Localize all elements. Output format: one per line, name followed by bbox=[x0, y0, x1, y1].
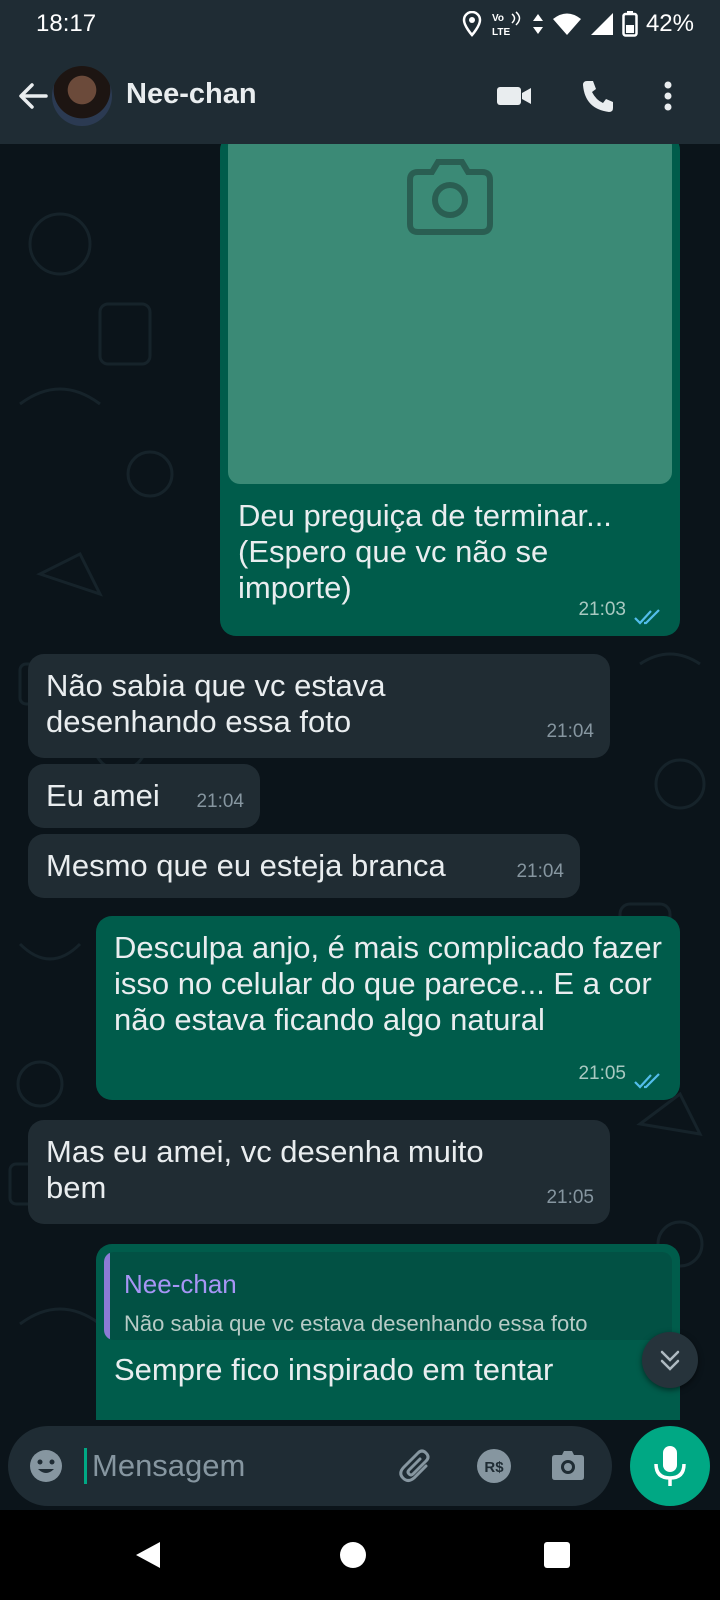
message-bubble-incoming[interactable]: Mesmo que eu esteja branca 21:04 bbox=[28, 834, 580, 898]
volte-icon: Vo LTE bbox=[492, 11, 521, 38]
message-text: Mesmo que eu esteja branca bbox=[46, 848, 446, 883]
message-bubble-incoming[interactable]: Não sabia que vc estava desenhando essa … bbox=[28, 654, 610, 758]
message-time: 21:05 bbox=[578, 1063, 626, 1084]
message-text: Mas eu amei, vc desenha muito bem bbox=[46, 1134, 493, 1205]
status-bar: 18:17 Vo LTE 42% bbox=[0, 0, 720, 48]
message-list[interactable]: Deu preguiça de terminar... (Espero que … bbox=[0, 144, 720, 1420]
nav-home-icon[interactable] bbox=[330, 1532, 376, 1578]
system-nav-bar bbox=[0, 1510, 720, 1600]
signal-icon bbox=[590, 13, 613, 35]
nav-recents-icon[interactable] bbox=[534, 1532, 580, 1578]
read-receipt-icon bbox=[634, 609, 660, 625]
location-icon bbox=[462, 11, 482, 37]
payment-icon[interactable]: R$ bbox=[474, 1446, 514, 1486]
mic-icon bbox=[654, 1446, 686, 1486]
battery-icon bbox=[622, 11, 638, 37]
quote-author: Nee-chan bbox=[124, 1269, 237, 1299]
svg-text:LTE: LTE bbox=[492, 27, 510, 38]
message-input-container[interactable]: Mensagem R$ bbox=[8, 1426, 612, 1506]
message-time: 21:04 bbox=[546, 721, 594, 742]
avatar[interactable] bbox=[52, 66, 112, 126]
quote-text: Não sabia que vc estava desenhando essa … bbox=[124, 1311, 588, 1336]
message-time: 21:05 bbox=[546, 1187, 594, 1208]
double-chevron-down-icon bbox=[660, 1350, 680, 1371]
status-time: 18:17 bbox=[36, 10, 97, 37]
wifi-icon bbox=[552, 13, 581, 35]
message-time: 21:03 bbox=[578, 599, 626, 620]
svg-text:R$: R$ bbox=[484, 1459, 504, 1476]
back-arrow-icon[interactable] bbox=[12, 74, 56, 118]
message-text: Desculpa anjo, é mais complicado fazer i… bbox=[114, 930, 671, 1037]
read-receipt-icon bbox=[634, 1073, 660, 1089]
svg-text:Vo: Vo bbox=[492, 13, 504, 24]
message-bubble-incoming[interactable]: Eu amei 21:04 bbox=[28, 764, 260, 828]
message-time: 21:04 bbox=[516, 861, 564, 882]
quote-bar bbox=[104, 1252, 110, 1340]
camera-placeholder-icon bbox=[407, 159, 493, 235]
quoted-message[interactable]: Nee-chan Não sabia que vc estava desenha… bbox=[104, 1252, 672, 1340]
status-icons: Vo LTE 42% bbox=[462, 8, 694, 40]
message-bubble-outgoing[interactable]: Deu preguiça de terminar... (Espero que … bbox=[220, 144, 680, 636]
voice-call-icon[interactable] bbox=[578, 76, 618, 116]
more-vert-icon[interactable] bbox=[648, 76, 688, 116]
voice-message-button[interactable] bbox=[630, 1426, 710, 1506]
scroll-to-bottom-button[interactable] bbox=[642, 1332, 698, 1388]
chat-header: Nee-chan bbox=[0, 48, 720, 144]
emoji-icon[interactable] bbox=[26, 1446, 66, 1486]
message-text: Não sabia que vc estava desenhando essa … bbox=[46, 668, 395, 739]
nav-back-icon[interactable] bbox=[126, 1532, 172, 1578]
battery-percent: 42% bbox=[645, 10, 694, 37]
message-bubble-outgoing[interactable]: Desculpa anjo, é mais complicado fazer i… bbox=[96, 916, 680, 1100]
message-time: 21:04 bbox=[196, 791, 244, 812]
contact-name[interactable]: Nee-chan bbox=[126, 78, 257, 111]
attach-icon[interactable] bbox=[396, 1446, 436, 1486]
text-caret bbox=[84, 1448, 87, 1484]
camera-icon[interactable] bbox=[548, 1446, 588, 1486]
data-arrows-icon bbox=[532, 14, 543, 34]
message-text: Sempre fico inspirado em tentar bbox=[114, 1352, 554, 1387]
message-bubble-incoming[interactable]: Mas eu amei, vc desenha muito bem 21:05 bbox=[28, 1120, 610, 1224]
message-text: Deu preguiça de terminar... (Espero que … bbox=[238, 498, 621, 605]
video-call-icon[interactable] bbox=[494, 76, 534, 116]
compose-bar: Mensagem R$ bbox=[0, 1420, 720, 1510]
message-bubble-outgoing[interactable]: Nee-chan Não sabia que vc estava desenha… bbox=[96, 1244, 680, 1420]
image-placeholder[interactable] bbox=[228, 144, 672, 484]
message-input[interactable]: Mensagem bbox=[92, 1448, 245, 1484]
